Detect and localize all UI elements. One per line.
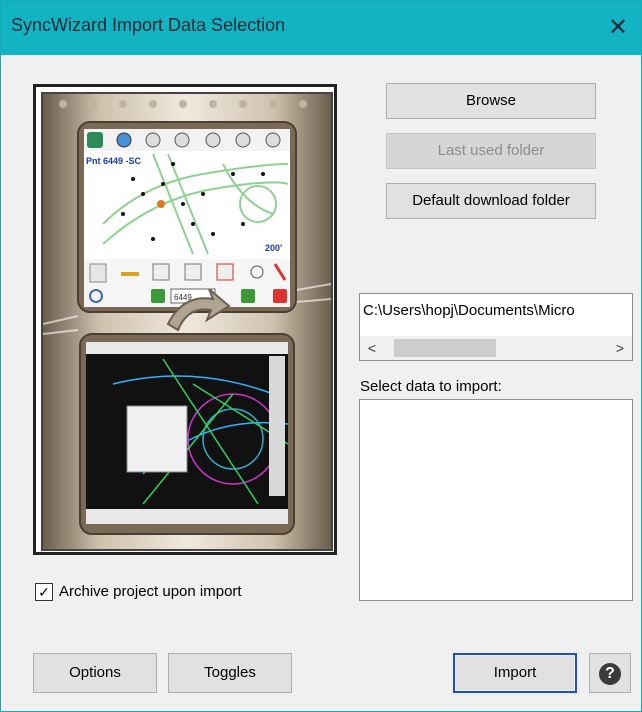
preview-illustration: Pnt 6449 -SC 200' 6449 — [41, 92, 333, 551]
title-bar: SyncWizard Import Data Selection ✕ — [1, 1, 641, 55]
close-icon[interactable]: ✕ — [595, 1, 641, 55]
folder-path-field[interactable]: C:\Users\hopj\Documents\Micro < > — [359, 293, 633, 361]
import-data-selection-dialog: SyncWizard Import Data Selection ✕ Pnt 6… — [0, 0, 642, 712]
scroll-right-icon[interactable]: > — [608, 336, 632, 360]
browse-button[interactable]: Browse — [386, 83, 596, 119]
archive-checkbox[interactable]: ✓ — [35, 583, 53, 601]
preview-image-frame: Pnt 6449 -SC 200' 6449 — [33, 84, 337, 555]
toggles-button[interactable]: Toggles — [168, 653, 292, 693]
import-button[interactable]: Import — [453, 653, 577, 693]
default-download-folder-button[interactable]: Default download folder — [386, 183, 596, 219]
handheld-map-screen — [84, 151, 290, 259]
preview-distance-label: 200' — [265, 243, 282, 253]
archive-label[interactable]: Archive project upon import — [59, 583, 242, 600]
desktop-dialog-thumbnail — [126, 405, 188, 473]
folder-path-text: C:\Users\hopj\Documents\Micro — [363, 302, 575, 319]
scroll-left-icon[interactable]: < — [360, 336, 384, 360]
preview-point-label: Pnt 6449 -SC — [86, 156, 142, 166]
help-button[interactable]: ? — [589, 653, 631, 693]
window-title: SyncWizard Import Data Selection — [11, 15, 286, 35]
select-data-label: Select data to import: — [360, 378, 502, 395]
sync-illustration: Pnt 6449 -SC 200' 6449 — [43, 100, 331, 535]
scrollbar-thumb[interactable] — [394, 339, 496, 357]
options-button[interactable]: Options — [33, 653, 157, 693]
data-import-list[interactable] — [359, 399, 633, 601]
path-horizontal-scrollbar[interactable]: < > — [360, 336, 632, 360]
help-icon: ? — [599, 663, 621, 685]
last-used-folder-button[interactable]: Last used folder — [386, 133, 596, 169]
